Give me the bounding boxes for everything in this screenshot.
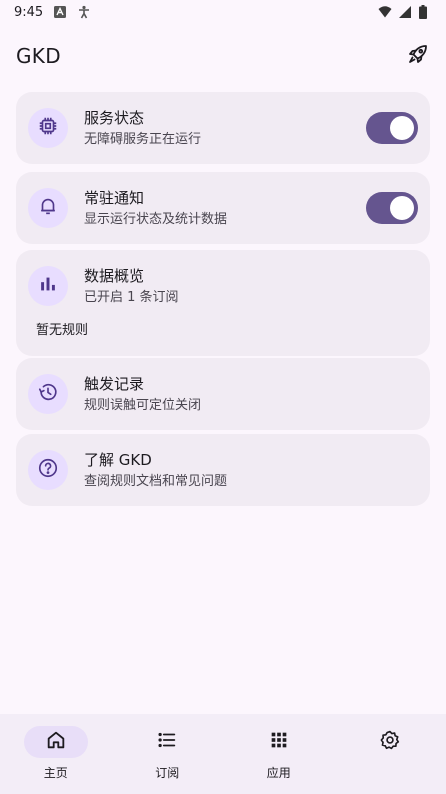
nav-apps-label: 应用 bbox=[266, 766, 291, 780]
gear-icon bbox=[379, 729, 401, 755]
apps-grid-icon bbox=[268, 729, 290, 755]
notification-icon-container bbox=[28, 188, 68, 228]
trigger-log-row: 触发记录 规则误触可定位关闭 bbox=[16, 358, 430, 430]
status-time: 9:45 bbox=[14, 4, 44, 20]
trigger-log-icon-container bbox=[28, 374, 68, 414]
trigger-log-text: 触发记录 规则误触可定位关闭 bbox=[84, 374, 201, 415]
nav-home-indicator bbox=[23, 726, 88, 758]
service-switch-thumb bbox=[390, 116, 414, 140]
top-app-bar: GKD bbox=[0, 30, 446, 82]
service-status-card[interactable]: 服务状态 无障碍服务正在运行 bbox=[16, 92, 430, 164]
service-icon-container bbox=[28, 108, 68, 148]
bell-icon bbox=[37, 195, 59, 221]
signal-icon bbox=[398, 5, 412, 19]
overview-rules-status: 暂无规则 bbox=[36, 323, 89, 338]
nav-subscriptions-label: 订阅 bbox=[155, 766, 180, 780]
rocket-icon bbox=[406, 42, 430, 70]
bar-chart-icon bbox=[37, 273, 59, 299]
about-title: 了解 GKD bbox=[84, 450, 152, 469]
notification-title: 常驻通知 bbox=[84, 188, 145, 207]
help-circle-icon bbox=[37, 457, 59, 483]
about-text: 了解 GKD 查阅规则文档和常见问题 bbox=[84, 450, 227, 491]
notification-subtitle: 显示运行状态及统计数据 bbox=[84, 211, 228, 227]
status-right bbox=[378, 5, 432, 19]
about-icon-container bbox=[28, 450, 68, 490]
service-text: 服务状态 无障碍服务正在运行 bbox=[84, 108, 201, 149]
bottom-navigation: 主页 订阅 应用 bbox=[0, 714, 446, 794]
status-bar: 9:45 bbox=[0, 0, 446, 24]
list-icon bbox=[156, 729, 178, 755]
service-title: 服务状态 bbox=[84, 108, 145, 127]
home-icon bbox=[45, 729, 67, 755]
nav-settings[interactable] bbox=[335, 714, 446, 794]
nav-home-label: 主页 bbox=[43, 766, 68, 780]
history-icon bbox=[37, 381, 59, 407]
overview-subtitle: 已开启 1 条订阅 bbox=[84, 289, 179, 305]
app-title: GKD bbox=[16, 44, 61, 68]
trigger-log-card[interactable]: 触发记录 规则误触可定位关闭 bbox=[16, 358, 430, 430]
notification-switch-thumb bbox=[390, 196, 414, 220]
nav-apps[interactable]: 应用 bbox=[223, 714, 335, 794]
screen: 9:45 GKD 服务状态 无障碍服务正在运行 常驻通知 显示运行状态及统计数据… bbox=[0, 0, 446, 794]
battery-icon bbox=[418, 5, 432, 19]
overview-title: 数据概览 bbox=[84, 266, 145, 285]
service-status-row: 服务状态 无障碍服务正在运行 bbox=[16, 92, 430, 164]
notification-switch[interactable] bbox=[366, 192, 418, 224]
about-row: 了解 GKD 查阅规则文档和常见问题 bbox=[16, 434, 430, 506]
overview-text: 数据概览 已开启 1 条订阅 bbox=[84, 266, 179, 307]
nav-apps-indicator bbox=[247, 726, 311, 758]
overview-row: 数据概览 已开启 1 条订阅 bbox=[16, 250, 430, 322]
wifi-icon bbox=[378, 5, 392, 19]
about-subtitle: 查阅规则文档和常见问题 bbox=[84, 473, 228, 489]
chip-icon bbox=[37, 115, 59, 141]
nav-settings-indicator bbox=[358, 726, 422, 758]
notification-row: 常驻通知 显示运行状态及统计数据 bbox=[16, 172, 430, 244]
nav-subscriptions-indicator bbox=[135, 726, 199, 758]
service-switch[interactable] bbox=[366, 112, 418, 144]
notification-text: 常驻通知 显示运行状态及统计数据 bbox=[84, 188, 227, 229]
trigger-log-subtitle: 规则误触可定位关闭 bbox=[84, 397, 202, 413]
nav-home[interactable]: 主页 bbox=[0, 714, 112, 794]
nav-subscriptions[interactable]: 订阅 bbox=[112, 714, 224, 794]
notification-card[interactable]: 常驻通知 显示运行状态及统计数据 bbox=[16, 172, 430, 244]
accessibility-notification-icon bbox=[77, 5, 91, 19]
status-left: 9:45 bbox=[14, 5, 91, 20]
service-subtitle: 无障碍服务正在运行 bbox=[84, 131, 202, 147]
overview-icon-container bbox=[28, 266, 68, 306]
font-notification-icon bbox=[53, 5, 67, 19]
about-card[interactable]: 了解 GKD 查阅规则文档和常见问题 bbox=[16, 434, 430, 506]
rocket-button[interactable] bbox=[398, 36, 438, 76]
overview-card[interactable]: 数据概览 已开启 1 条订阅 暂无规则 bbox=[16, 250, 430, 356]
trigger-log-title: 触发记录 bbox=[84, 374, 145, 393]
